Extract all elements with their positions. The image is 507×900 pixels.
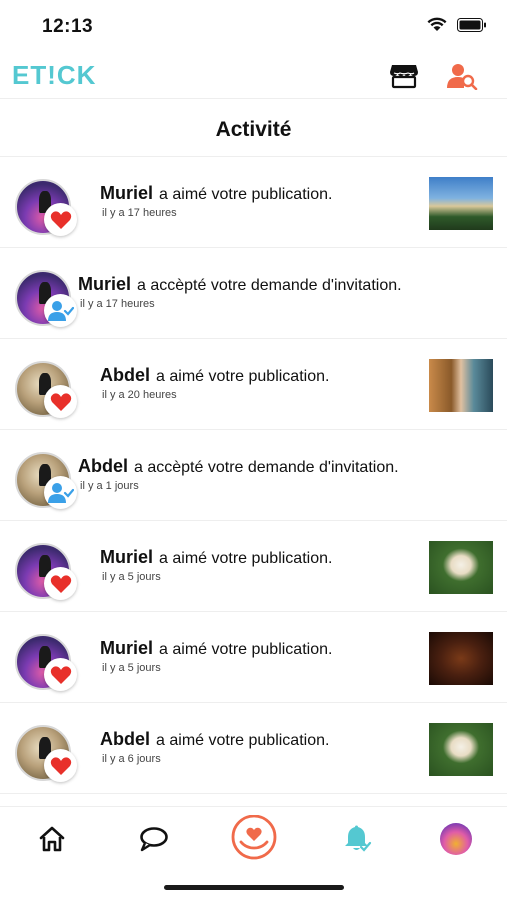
activity-action: a aimé votre publication.	[159, 550, 333, 567]
like-badge	[44, 658, 77, 691]
activity-user-name[interactable]: Abdel	[78, 456, 128, 476]
activity-item[interactable]: Abdel a aimé votre publication. il y a 6 …	[0, 703, 507, 794]
wifi-icon	[427, 17, 447, 31]
home-icon[interactable]	[30, 817, 74, 861]
post-thumbnail[interactable]	[429, 632, 493, 685]
profile-avatar-icon[interactable]	[434, 817, 478, 861]
heart-hand-icon[interactable]	[227, 811, 281, 865]
activity-list: Muriel a aimé votre publication. il y a 1…	[0, 157, 507, 794]
app-logo: ET!CK	[12, 60, 97, 90]
activity-text: Muriel a accèpté votre demande d'invitati…	[78, 274, 402, 295]
heart-icon	[50, 665, 71, 684]
activity-item[interactable]: Muriel a aimé votre publication. il y a 1…	[0, 157, 507, 248]
battery-icon	[457, 17, 486, 32]
activity-time: il y a 1 jours	[80, 480, 139, 492]
bottom-nav	[0, 806, 507, 867]
user-check-icon	[47, 300, 74, 321]
activity-text: Muriel a aimé votre publication.	[100, 638, 332, 659]
activity-text: Muriel a aimé votre publication.	[100, 183, 332, 204]
chat-icon[interactable]	[132, 817, 176, 861]
post-thumbnail[interactable]	[429, 177, 493, 230]
status-icons	[427, 17, 487, 32]
like-badge	[44, 567, 77, 600]
like-badge	[44, 749, 77, 782]
activity-time: il y a 5 jours	[102, 571, 161, 583]
invite-badge	[44, 294, 77, 327]
post-thumbnail[interactable]	[429, 723, 493, 776]
activity-user-name[interactable]: Abdel	[100, 365, 150, 385]
activity-time: il y a 6 jours	[102, 753, 161, 765]
invite-badge	[44, 476, 77, 509]
activity-text: Muriel a aimé votre publication.	[100, 547, 332, 568]
status-time: 12:13	[42, 16, 94, 37]
activity-user-name[interactable]: Muriel	[100, 547, 153, 567]
post-thumbnail[interactable]	[429, 359, 493, 412]
activity-user-name[interactable]: Muriel	[78, 274, 131, 294]
activity-text: Abdel a accèpté votre demande d'invitatio…	[78, 456, 399, 477]
activity-action: a accèpté votre demande d'invitation.	[134, 459, 399, 476]
activity-time: il y a 20 heures	[102, 389, 177, 401]
activity-item[interactable]: Muriel a accèpté votre demande d'invitati…	[0, 248, 507, 339]
activity-action: a aimé votre publication.	[156, 732, 330, 749]
like-badge	[44, 385, 77, 418]
activity-item[interactable]: Abdel a aimé votre publication. il y a 20…	[0, 339, 507, 430]
activity-user-name[interactable]: Abdel	[100, 729, 150, 749]
activity-time: il y a 5 jours	[102, 662, 161, 674]
activity-action: a accèpté votre demande d'invitation.	[137, 277, 402, 294]
heart-icon	[50, 210, 71, 229]
heart-icon	[50, 392, 71, 411]
user-search-icon[interactable]	[446, 60, 478, 92]
activity-action: a aimé votre publication.	[159, 641, 333, 658]
store-icon[interactable]	[388, 60, 420, 92]
activity-action: a aimé votre publication.	[156, 368, 330, 385]
heart-icon	[50, 574, 71, 593]
post-thumbnail[interactable]	[429, 541, 493, 594]
activity-item[interactable]: Abdel a accèpté votre demande d'invitatio…	[0, 430, 507, 521]
activity-action: a aimé votre publication.	[159, 186, 333, 203]
activity-time: il y a 17 heures	[102, 207, 177, 219]
activity-user-name[interactable]: Muriel	[100, 183, 153, 203]
page-title: Activité	[215, 118, 292, 141]
activity-item[interactable]: Muriel a aimé votre publication. il y a 5…	[0, 521, 507, 612]
app-bar: ET!CK	[0, 52, 507, 99]
activity-item[interactable]: Muriel a aimé votre publication. il y a 5…	[0, 612, 507, 703]
heart-icon	[50, 756, 71, 775]
activity-text: Abdel a aimé votre publication.	[100, 365, 329, 386]
nav-avatar	[440, 823, 472, 855]
user-check-icon	[47, 482, 74, 503]
activity-time: il y a 17 heures	[80, 298, 155, 310]
home-indicator	[164, 885, 344, 890]
like-badge	[44, 203, 77, 236]
activity-user-name[interactable]: Muriel	[100, 638, 153, 658]
status-bar: 12:13	[0, 0, 507, 50]
notification-bell-icon[interactable]	[335, 817, 379, 861]
activity-text: Abdel a aimé votre publication.	[100, 729, 329, 750]
